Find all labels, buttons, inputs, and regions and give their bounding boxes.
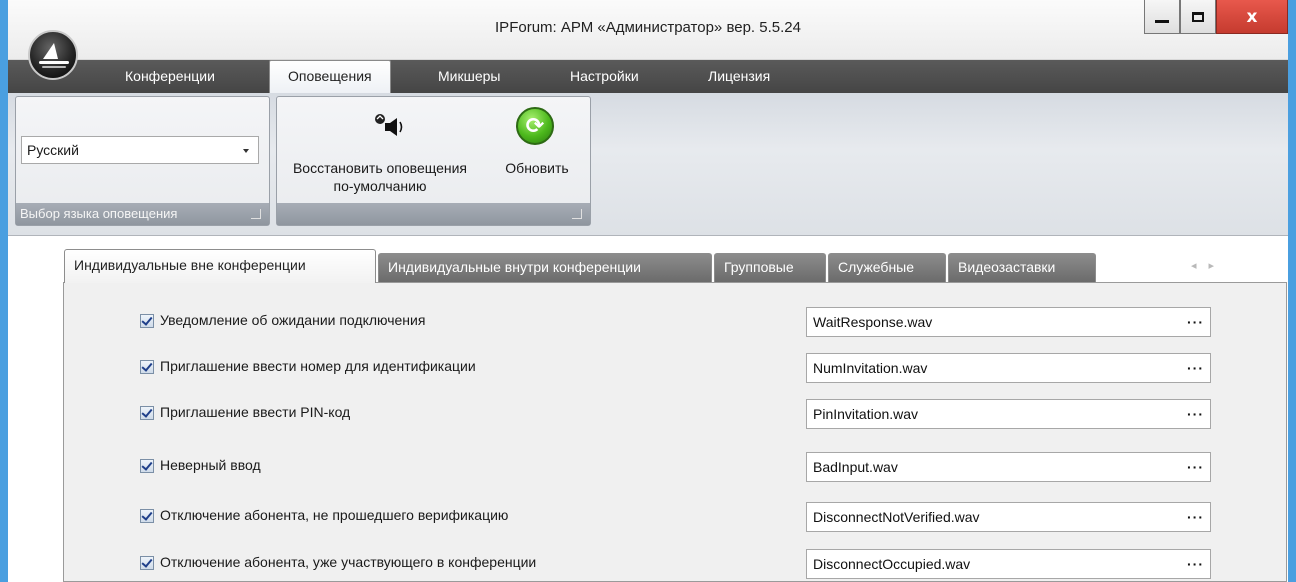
notification-label: Отключение абонента, не прошедшего вериф…	[160, 507, 509, 523]
chevron-down-icon	[243, 149, 249, 153]
notification-label: Уведомление об ожидании подключения	[160, 312, 426, 328]
notification-checkbox[interactable]	[140, 459, 154, 473]
notification-row: Приглашение ввести номер для идентификац…	[64, 353, 1288, 383]
sound-file-field[interactable]: NumInvitation.wav ···	[806, 353, 1211, 383]
tab-individual-inside[interactable]: Индивидуальные внутри конференции	[378, 253, 712, 282]
menu-notifications[interactable]: Оповещения	[269, 60, 391, 93]
tab-scroll-arrows[interactable]: ◂▸	[1191, 259, 1226, 272]
maximize-button[interactable]	[1180, 0, 1216, 34]
notification-row: Отключение абонента, уже участвующего в …	[64, 549, 1288, 579]
notification-label: Приглашение ввести PIN-код	[160, 404, 351, 420]
notification-label: Отключение абонента, уже участвующего в …	[160, 554, 537, 570]
browse-button[interactable]: ···	[1187, 400, 1204, 428]
sound-file-value: NumInvitation.wav	[813, 360, 928, 376]
browse-button[interactable]: ···	[1187, 550, 1204, 578]
app-window: IPForum: АРМ «Администратор» вер. 5.5.24…	[8, 0, 1288, 582]
notification-label: Приглашение ввести номер для идентификац…	[160, 358, 476, 374]
window-title: IPForum: АРМ «Администратор» вер. 5.5.24	[495, 19, 801, 36]
dialog-launcher-icon[interactable]	[572, 209, 582, 219]
restore-defaults-label-line2: по-умолчанию	[333, 178, 427, 194]
sound-file-field[interactable]: WaitResponse.wav ···	[806, 307, 1211, 337]
menu-settings[interactable]: Настройки	[570, 68, 639, 84]
sound-file-field[interactable]: DisconnectOccupied.wav ···	[806, 549, 1211, 579]
language-group: Русский Выбор языка оповещения	[15, 96, 270, 226]
browse-button[interactable]: ···	[1187, 503, 1204, 531]
tab-service[interactable]: Служебные	[828, 253, 946, 282]
tab-individual-outside[interactable]: Индивидуальные вне конференции	[64, 249, 376, 283]
sound-file-value: DisconnectOccupied.wav	[813, 556, 971, 572]
close-icon: x	[1246, 6, 1258, 27]
browse-button[interactable]: ···	[1187, 308, 1204, 336]
minimize-icon	[1155, 20, 1169, 23]
maximize-icon	[1192, 11, 1204, 22]
refresh-icon[interactable]: ⟳	[516, 107, 554, 145]
sound-file-value: WaitResponse.wav	[813, 314, 933, 330]
title-bar: IPForum: АРМ «Администратор» вер. 5.5.24…	[8, 0, 1288, 60]
actions-group: Восстановить оповещения по-умолчанию ⟳ О…	[276, 96, 591, 226]
notification-checkbox[interactable]	[140, 556, 154, 570]
notifications-panel: Уведомление об ожидании подключения Wait…	[63, 282, 1287, 582]
restore-defaults-label-line1: Восстановить оповещения	[292, 160, 468, 176]
minimize-button[interactable]	[1144, 0, 1180, 34]
restore-defaults-button[interactable]: Восстановить оповещения по-умолчанию	[284, 159, 476, 195]
sound-file-value: BadInput.wav	[813, 459, 898, 475]
sound-file-value: DisconnectNotVerified.wav	[813, 509, 980, 525]
notification-row: Приглашение ввести PIN-код PinInvitation…	[64, 399, 1288, 429]
menu-license[interactable]: Лицензия	[708, 68, 770, 84]
logo-wave-shape	[42, 66, 66, 68]
language-select[interactable]: Русский	[21, 136, 259, 164]
notification-checkbox[interactable]	[140, 509, 154, 523]
language-select-value: Русский	[27, 142, 79, 158]
speaker-reset-icon	[375, 114, 403, 136]
browse-button[interactable]: ···	[1187, 354, 1204, 382]
window-controls: x	[1144, 0, 1288, 34]
main-menu: Конференции Оповещения Микшеры Настройки…	[8, 60, 1288, 93]
tab-group[interactable]: Групповые	[714, 253, 826, 282]
notification-checkbox[interactable]	[140, 406, 154, 420]
notification-checkbox[interactable]	[140, 314, 154, 328]
notification-row: Неверный ввод BadInput.wav ···	[64, 452, 1288, 482]
ribbon: Русский Выбор языка оповещения Восстанов…	[8, 93, 1288, 236]
sound-file-field[interactable]: DisconnectNotVerified.wav ···	[806, 502, 1211, 532]
notification-checkbox[interactable]	[140, 360, 154, 374]
menu-mixers[interactable]: Микшеры	[438, 68, 500, 84]
notifications-content: Индивидуальные вне конференции Индивидуа…	[8, 236, 1288, 582]
language-group-caption: Выбор языка оповещения	[16, 203, 269, 225]
logo-sail-shape	[43, 43, 58, 59]
notification-label: Неверный ввод	[160, 457, 261, 473]
tab-video-screens[interactable]: Видеозаставки	[948, 253, 1096, 282]
sound-file-field[interactable]: BadInput.wav ···	[806, 452, 1211, 482]
browse-button[interactable]: ···	[1187, 453, 1204, 481]
notification-row: Уведомление об ожидании подключения Wait…	[64, 307, 1288, 337]
sound-file-value: PinInvitation.wav	[813, 406, 919, 422]
actions-group-footer	[277, 203, 590, 225]
app-logo[interactable]	[28, 30, 78, 80]
notification-row: Отключение абонента, не прошедшего вериф…	[64, 502, 1288, 532]
logo-wave-shape	[39, 61, 69, 64]
dialog-launcher-icon[interactable]	[251, 209, 261, 219]
refresh-button[interactable]: Обновить	[505, 159, 569, 177]
menu-conferences[interactable]: Конференции	[125, 68, 215, 84]
sound-file-field[interactable]: PinInvitation.wav ···	[806, 399, 1211, 429]
close-button[interactable]: x	[1216, 0, 1288, 34]
